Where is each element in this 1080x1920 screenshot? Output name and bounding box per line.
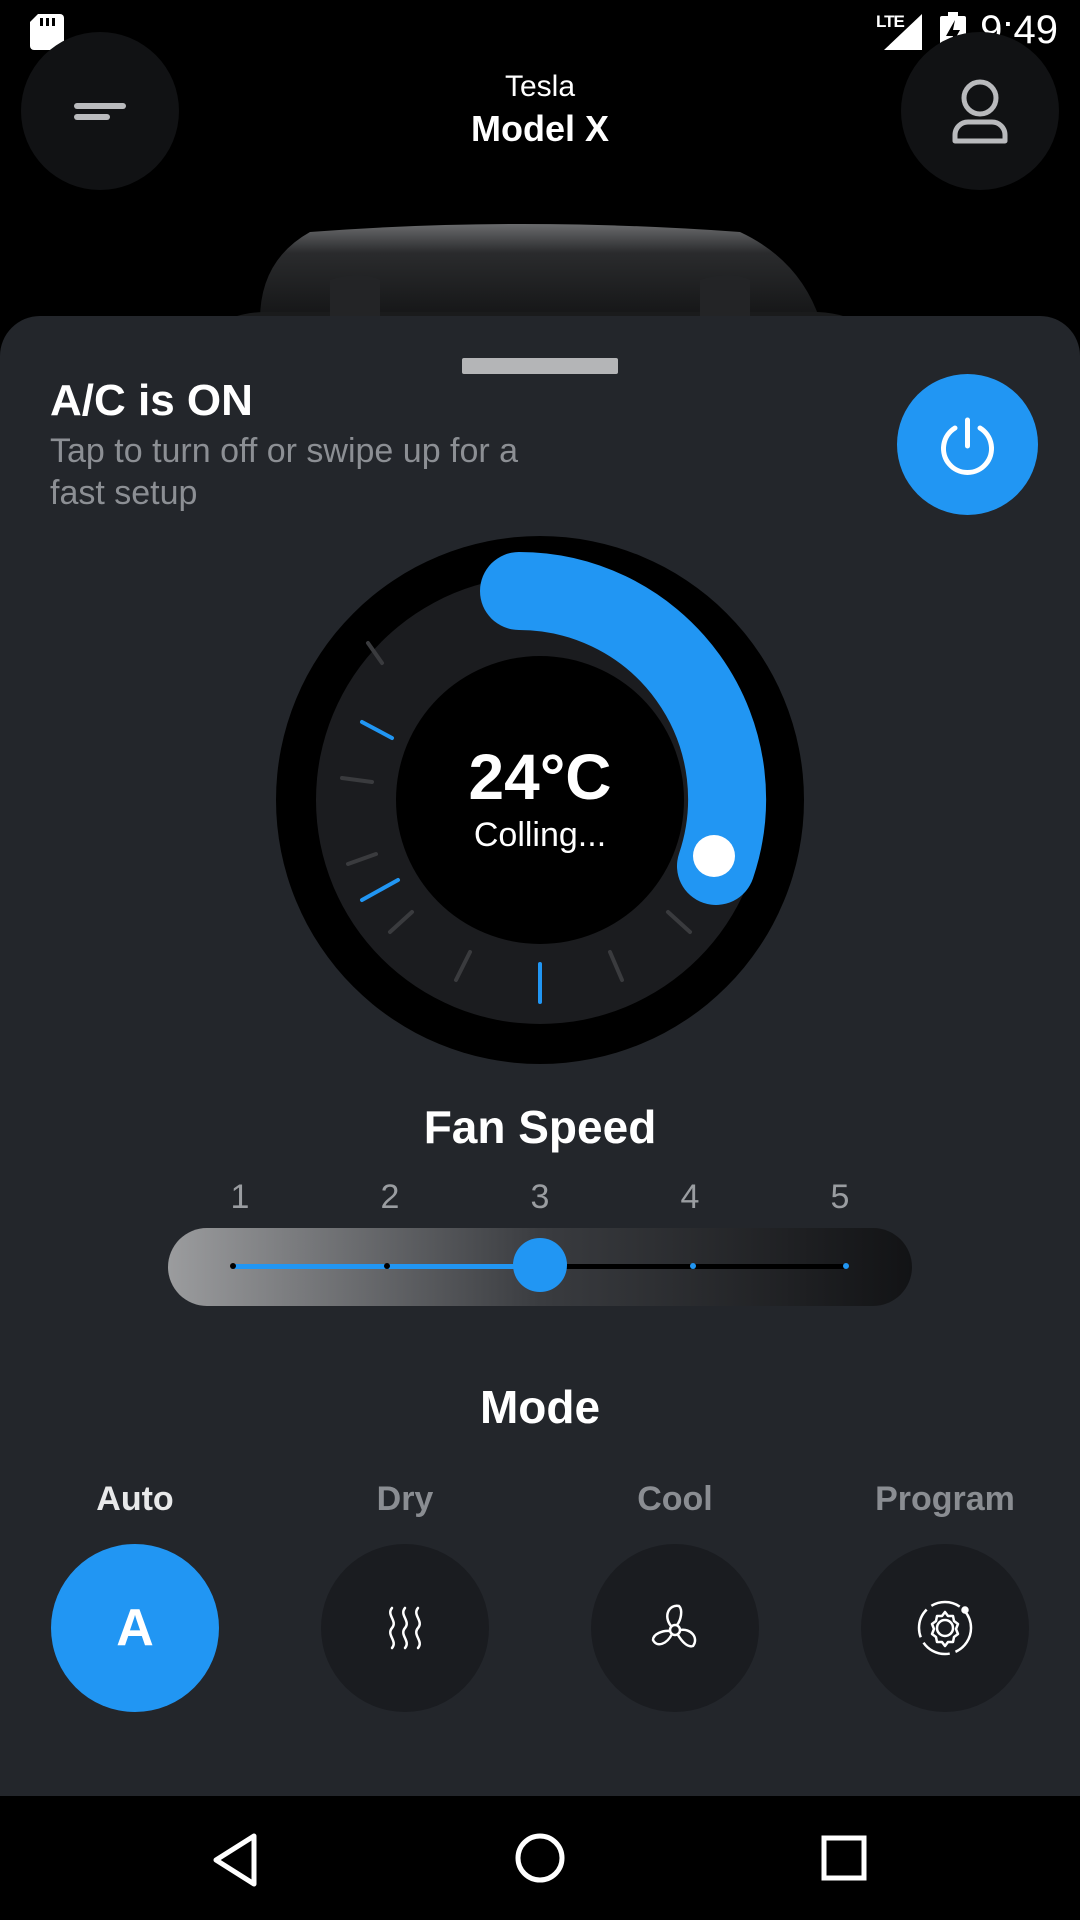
home-icon[interactable]: [514, 1832, 566, 1884]
fan-level-label: 1: [230, 1178, 250, 1216]
fan-level-dot: [230, 1263, 236, 1269]
profile-icon: [952, 79, 1008, 144]
mode-auto-button[interactable]: A: [51, 1544, 219, 1712]
fan-level-label: 3: [530, 1178, 550, 1216]
menu-icon: [74, 103, 126, 120]
fan-level-label: 5: [830, 1178, 850, 1216]
dial-thumb: [693, 835, 735, 877]
mode-label-program: Program: [875, 1480, 1015, 1518]
program-gear-icon: [917, 1600, 973, 1656]
mode-cool-button[interactable]: [591, 1544, 759, 1712]
ac-power-button[interactable]: [897, 374, 1038, 515]
mode-dry-button[interactable]: [321, 1544, 489, 1712]
power-icon: [941, 417, 994, 475]
dry-icon: [389, 1606, 421, 1650]
sheet-drag-handle[interactable]: [462, 358, 618, 374]
profile-button[interactable]: [901, 32, 1059, 190]
system-navigation-bar: [0, 1796, 1080, 1920]
cooling-status: Colling...: [473, 816, 607, 854]
vehicle-brand: Tesla: [504, 70, 576, 103]
mode-title: Mode: [479, 1381, 601, 1433]
recents-icon[interactable]: [820, 1834, 868, 1882]
ac-status-subtitle: Tap to turn off or swipe up for a fast s…: [50, 432, 519, 512]
fan-speed-title: Fan Speed: [423, 1101, 657, 1153]
ac-status-title: A/C is ON: [50, 376, 253, 425]
auto-icon: A: [116, 1599, 154, 1657]
mode-program-button[interactable]: [861, 1544, 1029, 1712]
fan-icon: [651, 1604, 697, 1648]
menu-button[interactable]: [21, 32, 179, 190]
fan-speed-levels: 1 2 3 4 5: [0, 1178, 1080, 1222]
fan-level-label: 4: [680, 1178, 700, 1216]
fan-speed-thumb[interactable]: [513, 1238, 567, 1292]
fan-level-label: 2: [380, 1178, 400, 1216]
fan-level-dot: [843, 1263, 849, 1269]
vehicle-model: Model X: [470, 108, 609, 149]
mode-label-dry: Dry: [376, 1480, 434, 1518]
mode-label-cool: Cool: [637, 1480, 713, 1518]
current-temperature: 24°C: [468, 741, 612, 813]
fan-level-dot: [690, 1263, 696, 1269]
mode-label-auto: Auto: [96, 1480, 174, 1518]
fan-level-dot: [384, 1263, 390, 1269]
car-image: [220, 224, 860, 324]
back-icon[interactable]: [210, 1832, 260, 1888]
